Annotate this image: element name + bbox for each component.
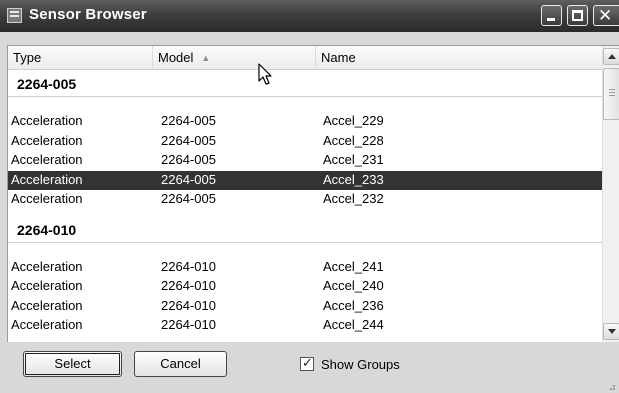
column-header-model-label: Model bbox=[158, 50, 194, 65]
minimize-button[interactable] bbox=[541, 5, 562, 26]
cell-model: 2264-010 bbox=[161, 278, 216, 293]
cell-type: Acceleration bbox=[11, 171, 83, 187]
table-row[interactable]: Acceleration 2264-010 Accel_236 bbox=[8, 297, 602, 316]
show-groups-checkbox[interactable]: ✓ bbox=[300, 355, 314, 371]
cell-type: Acceleration bbox=[11, 152, 83, 167]
show-groups-label[interactable]: Show Groups bbox=[321, 357, 400, 372]
cell-type: Acceleration bbox=[11, 258, 83, 274]
scroll-down-icon[interactable] bbox=[603, 323, 619, 340]
cell-name: Accel_236 bbox=[323, 297, 384, 313]
table-row[interactable]: Acceleration 2264-010 Accel_240 bbox=[8, 277, 602, 296]
cell-type: Acceleration bbox=[11, 317, 83, 332]
cell-model: 2264-010 bbox=[161, 258, 216, 274]
table-row[interactable]: Acceleration 2264-005 Accel_231 bbox=[8, 151, 602, 170]
mouse-cursor-icon bbox=[258, 63, 272, 85]
vertical-scrollbar[interactable] bbox=[602, 46, 619, 342]
cell-name: Accel_231 bbox=[323, 152, 384, 167]
table-row[interactable]: Acceleration 2264-010 Accel_241 bbox=[8, 258, 602, 277]
column-header-name-label: Name bbox=[321, 50, 356, 65]
cell-model: 2264-005 bbox=[161, 152, 216, 167]
cell-name: Accel_233 bbox=[323, 171, 384, 187]
cell-type: Acceleration bbox=[11, 132, 83, 148]
cell-model: 2264-005 bbox=[161, 113, 216, 128]
minimize-icon bbox=[547, 18, 555, 21]
cell-name: Accel_229 bbox=[323, 113, 384, 128]
app-icon[interactable] bbox=[7, 8, 22, 23]
table-row[interactable]: Acceleration 2264-005 Accel_233 bbox=[8, 170, 602, 190]
cell-model: 2264-005 bbox=[161, 132, 216, 148]
cell-model: 2264-005 bbox=[161, 171, 216, 187]
sensor-list[interactable]: Type Model ▲ Name 2264-005 Acceleration 226… bbox=[7, 45, 619, 342]
close-icon: ✕ bbox=[598, 6, 613, 25]
cell-model: 2264-005 bbox=[161, 191, 216, 206]
cell-name: Accel_232 bbox=[323, 191, 384, 206]
window-title: Sensor Browser bbox=[29, 6, 147, 23]
table-row[interactable]: Acceleration 2264-005 Accel_229 bbox=[8, 112, 602, 131]
close-button[interactable]: ✕ bbox=[593, 5, 619, 26]
group-separator bbox=[8, 96, 602, 97]
cell-name: Accel_240 bbox=[323, 278, 384, 293]
cell-type: Acceleration bbox=[11, 278, 83, 293]
resize-grip-icon[interactable] bbox=[606, 381, 616, 391]
table-row[interactable]: Acceleration 2264-010 Accel_244 bbox=[8, 316, 602, 335]
group-header: 2264-005 bbox=[17, 76, 77, 92]
group-separator bbox=[8, 241, 602, 243]
cancel-button[interactable]: Cancel bbox=[134, 351, 227, 377]
table-row[interactable]: Acceleration 2264-005 Accel_232 bbox=[8, 190, 602, 209]
group-header: 2264-010 bbox=[17, 221, 77, 238]
cell-name: Accel_228 bbox=[323, 132, 384, 148]
sensor-browser-window: Sensor Browser ✕ Type Model ▲ Name 2264-0… bbox=[0, 0, 619, 393]
list-header: Type Model ▲ Name bbox=[8, 46, 602, 70]
cell-type: Acceleration bbox=[11, 191, 83, 206]
column-header-model[interactable]: Model ▲ bbox=[153, 46, 316, 69]
maximize-button[interactable] bbox=[567, 5, 588, 26]
sort-up-icon: ▲ bbox=[201, 53, 211, 63]
cell-type: Acceleration bbox=[11, 113, 83, 128]
table-row[interactable]: Acceleration 2264-005 Accel_228 bbox=[8, 132, 602, 151]
cell-type: Acceleration bbox=[11, 297, 83, 313]
column-header-name[interactable]: Name bbox=[316, 46, 602, 69]
cell-model: 2264-010 bbox=[161, 297, 216, 313]
cell-name: Accel_241 bbox=[323, 258, 384, 274]
scroll-up-icon[interactable] bbox=[603, 48, 619, 65]
scroll-thumb[interactable] bbox=[603, 68, 619, 120]
column-header-type[interactable]: Type bbox=[8, 46, 153, 69]
checkmark-icon: ✓ bbox=[302, 355, 313, 370]
cell-model: 2264-010 bbox=[161, 317, 216, 332]
column-header-type-label: Type bbox=[13, 50, 42, 65]
select-button[interactable]: Select bbox=[23, 351, 122, 377]
title-bar[interactable]: Sensor Browser ✕ bbox=[0, 0, 619, 32]
cell-name: Accel_244 bbox=[323, 317, 384, 332]
maximize-icon bbox=[572, 10, 583, 21]
